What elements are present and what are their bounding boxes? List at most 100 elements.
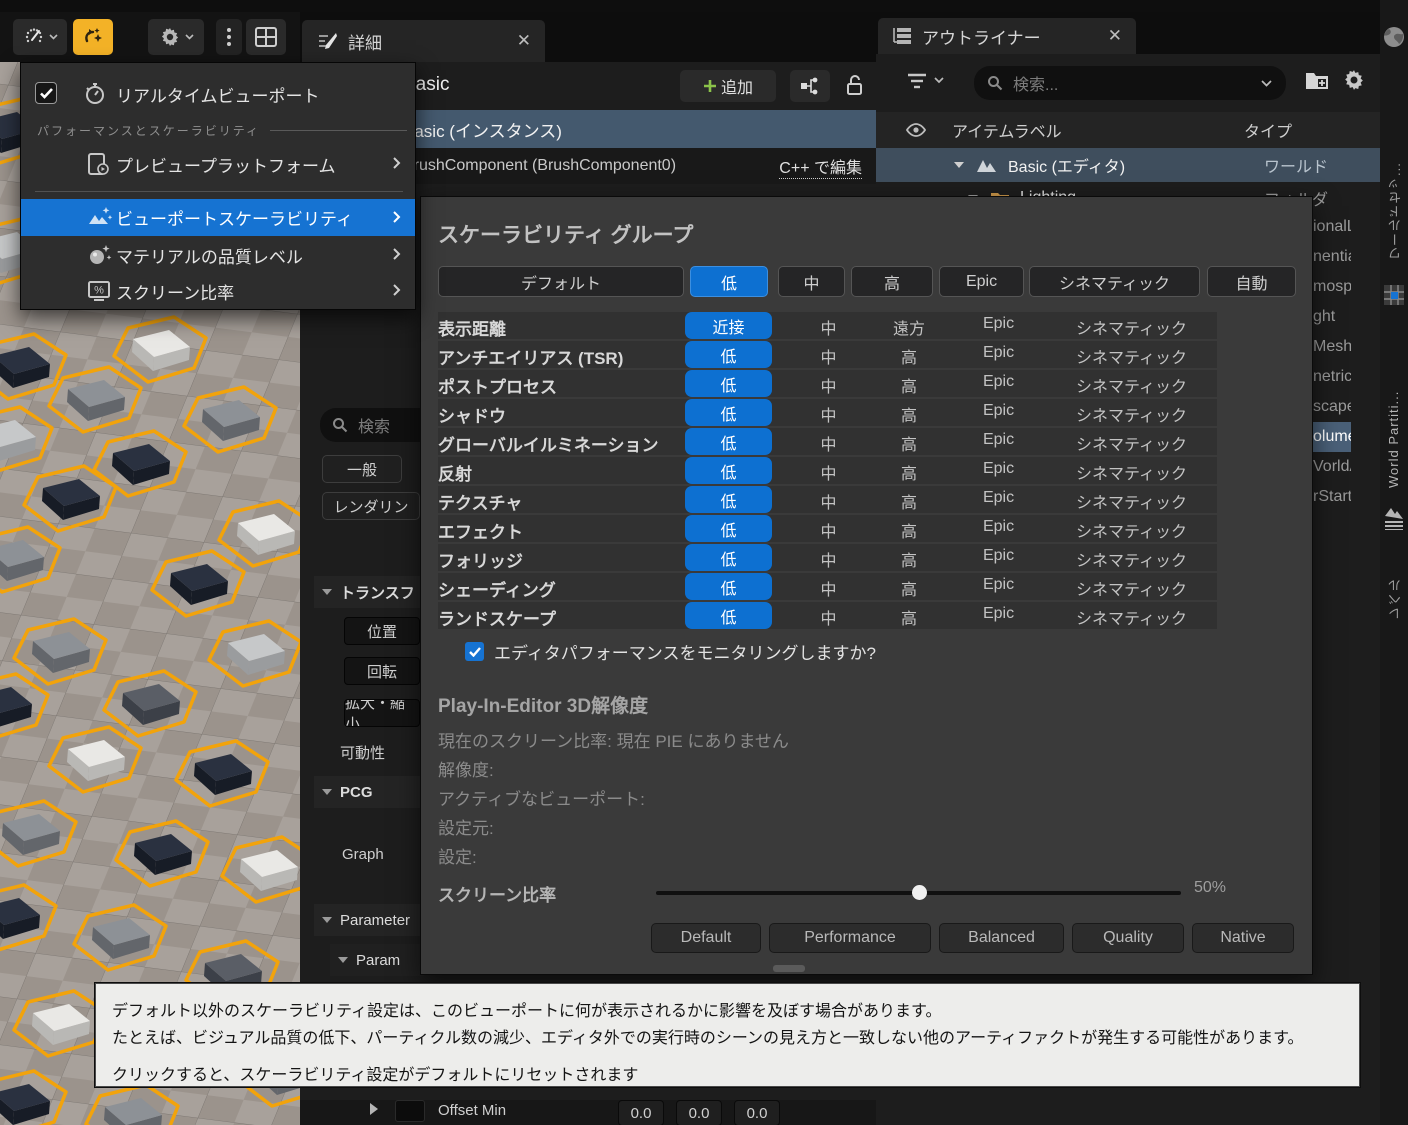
row-quality-option[interactable]: Epic — [956, 547, 1041, 565]
row-quality-option[interactable]: 中 — [795, 402, 862, 426]
menu-item-realtime[interactable]: リアルタイムビューポート — [21, 75, 415, 113]
color-swatch[interactable] — [395, 1100, 425, 1122]
row-selected-quality[interactable]: 低 — [685, 341, 772, 368]
slider-thumb[interactable] — [912, 885, 927, 900]
row-quality-option[interactable]: 高 — [868, 576, 950, 600]
preset-button-native[interactable]: Native — [1192, 923, 1294, 953]
row-selected-quality[interactable]: 低 — [685, 399, 772, 426]
outliner-partial-item[interactable]: ionalLig — [1313, 212, 1351, 242]
row-quality-option[interactable]: シネマティック — [1046, 373, 1217, 397]
row-selected-quality[interactable]: 低 — [685, 544, 772, 571]
row-quality-option[interactable]: 中 — [795, 315, 862, 339]
tab-levels[interactable]: レベル — [1386, 540, 1405, 620]
row-selected-quality[interactable]: 低 — [685, 486, 772, 513]
globe-icon[interactable] — [1383, 26, 1405, 48]
viewport-options-button[interactable] — [13, 19, 67, 55]
filter-icon[interactable] — [906, 72, 928, 90]
levels-icon[interactable] — [1383, 506, 1405, 530]
outliner-partial-item[interactable]: nentialH — [1313, 242, 1351, 272]
close-icon[interactable]: ✕ — [1108, 26, 1122, 46]
more-options-button[interactable] — [216, 19, 242, 55]
expand-arrow-icon[interactable] — [370, 1103, 378, 1115]
viewport-settings-button[interactable] — [148, 19, 204, 55]
world-partition-icon[interactable] — [1383, 284, 1405, 306]
row-quality-option[interactable]: Epic — [956, 431, 1041, 449]
chevron-down-icon[interactable] — [934, 77, 944, 84]
outliner-partial-item[interactable]: MeshAc — [1313, 332, 1351, 362]
menu-item-material-quality[interactable]: マテリアルの品質レベル — [21, 237, 415, 273]
lit-mode-button[interactable] — [73, 19, 113, 55]
row-selected-quality[interactable]: 低 — [685, 428, 772, 455]
row-quality-option[interactable]: 高 — [868, 489, 950, 513]
row-quality-option[interactable]: 中 — [795, 518, 862, 542]
screen-percentage-slider[interactable] — [656, 891, 1181, 895]
row-quality-option[interactable]: 高 — [868, 402, 950, 426]
lock-open-icon[interactable] — [845, 74, 865, 98]
eye-icon[interactable] — [906, 123, 926, 137]
expand-arrow-icon[interactable] — [954, 162, 964, 168]
row-quality-option[interactable]: 遠方 — [868, 315, 950, 339]
tab-world-partition[interactable]: World Partiti... — [1386, 318, 1401, 488]
outliner-partial-item[interactable]: scape — [1313, 392, 1351, 422]
row-quality-option[interactable]: Epic — [956, 489, 1041, 507]
row-selected-quality[interactable]: 近接 — [685, 312, 772, 339]
row-quality-option[interactable]: 中 — [795, 489, 862, 513]
column-type[interactable]: タイプ — [1244, 118, 1292, 142]
tab-outliner[interactable]: アウトライナー ✕ — [878, 18, 1136, 54]
new-folder-icon[interactable] — [1304, 68, 1330, 92]
menu-item-viewport-scalability[interactable]: ビューポートスケーラビリティ — [21, 199, 415, 236]
gear-icon[interactable] — [1342, 68, 1366, 92]
section-param[interactable]: Param — [330, 944, 424, 976]
row-quality-option[interactable]: 中 — [795, 605, 862, 629]
row-quality-option[interactable]: Epic — [956, 402, 1041, 420]
layout-button[interactable] — [246, 19, 286, 55]
row-quality-option[interactable]: シネマティック — [1046, 518, 1217, 542]
outliner-partial-item[interactable]: ght — [1313, 302, 1351, 332]
row-quality-option[interactable]: シネマティック — [1046, 431, 1217, 455]
prop-location[interactable]: 位置 — [344, 617, 420, 645]
menu-item-preview-platform[interactable]: プレビュープラットフォーム — [21, 145, 415, 183]
row-quality-option[interactable]: 高 — [868, 605, 950, 629]
filter-general-button[interactable]: 一般 — [322, 455, 402, 483]
preset-button-quality[interactable]: Quality — [1072, 923, 1184, 953]
tab-details[interactable]: 詳細 ✕ — [302, 20, 545, 62]
menu-item-screen-percentage[interactable]: % スクリーン比率 — [21, 273, 415, 309]
row-quality-option[interactable]: Epic — [956, 576, 1041, 594]
offset-value-1[interactable]: 0.0 — [676, 1100, 722, 1125]
prop-scale[interactable]: 拡大・縮小 — [344, 699, 420, 727]
row-quality-option[interactable]: Epic — [956, 344, 1041, 362]
row-quality-option[interactable]: シネマティック — [1046, 460, 1217, 484]
row-quality-option[interactable]: 中 — [795, 460, 862, 484]
row-selected-quality[interactable]: 低 — [685, 370, 772, 397]
outliner-partial-item[interactable]: VorldAc — [1313, 452, 1351, 482]
section-pcg[interactable]: PCG — [314, 776, 424, 808]
filter-rendering-button[interactable]: レンダリン — [322, 492, 420, 520]
row-quality-option[interactable]: 高 — [868, 460, 950, 484]
preset-button-balanced[interactable]: Balanced — [939, 923, 1064, 953]
row-quality-option[interactable]: 高 — [868, 344, 950, 368]
preset-button-default[interactable]: Default — [651, 923, 761, 953]
row-quality-option[interactable]: シネマティック — [1046, 315, 1217, 339]
edit-cpp-link[interactable]: C++ で編集 — [779, 154, 862, 179]
outliner-partial-item[interactable]: netricCl — [1313, 362, 1351, 392]
outliner-partial-item[interactable]: olume — [1313, 422, 1351, 452]
row-quality-option[interactable]: 中 — [795, 576, 862, 600]
row-quality-option[interactable]: シネマティック — [1046, 547, 1217, 571]
row-quality-option[interactable]: Epic — [956, 373, 1041, 391]
row-quality-option[interactable]: 高 — [868, 431, 950, 455]
offset-value-2[interactable]: 0.0 — [734, 1100, 780, 1125]
prop-rotation[interactable]: 回転 — [344, 657, 420, 685]
column-item-label[interactable]: アイテムラベル — [952, 118, 1062, 142]
offset-min-row[interactable]: Offset Min 0.00.00.0 — [300, 1100, 876, 1125]
monitor-performance-row[interactable]: エディタパフォーマンスをモニタリングしますか? — [465, 639, 876, 664]
row-selected-quality[interactable]: 低 — [685, 457, 772, 484]
outliner-row-basic[interactable]: Basic (エディタ) ワールド — [876, 148, 1380, 182]
outliner-partial-item[interactable]: mosphe — [1313, 272, 1351, 302]
offset-value-0[interactable]: 0.0 — [618, 1100, 664, 1125]
tab-world-settings[interactable]: ワールドセッ... — [1386, 70, 1405, 260]
blueprint-graph-button[interactable] — [790, 70, 830, 102]
close-icon[interactable]: ✕ — [517, 31, 531, 51]
row-quality-option[interactable]: シネマティック — [1046, 402, 1217, 426]
row-quality-option[interactable]: Epic — [956, 315, 1041, 333]
row-quality-option[interactable]: 高 — [868, 518, 950, 542]
